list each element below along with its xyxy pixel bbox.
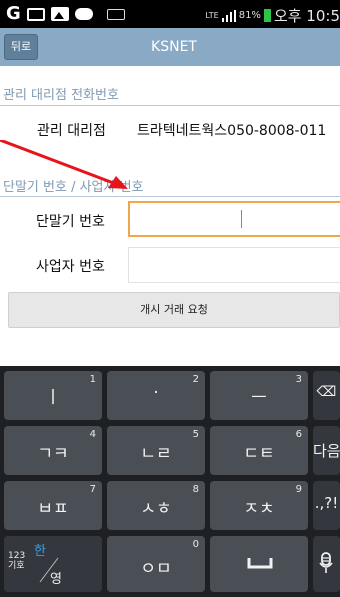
- text-cursor: [241, 210, 242, 228]
- manager-section-header: 관리 대리점 전화번호: [3, 88, 119, 103]
- clock: 오후 10:5: [273, 7, 340, 25]
- key-bieup[interactable]: 7 ㅂㅍ: [4, 481, 102, 530]
- key-dot[interactable]: 2 ·: [107, 371, 205, 420]
- battery-percent: 81%: [238, 10, 261, 21]
- back-button[interactable]: 뒤로: [4, 34, 38, 60]
- key-nieun[interactable]: 5 ㄴㄹ: [107, 426, 205, 475]
- space-icon: [247, 558, 273, 569]
- business-number-input[interactable]: [128, 247, 340, 283]
- manager-phone-value: 트라텍네트웍스050-8008-011: [137, 123, 327, 139]
- punctuation-key[interactable]: .,?!: [313, 481, 340, 530]
- divider: [0, 105, 340, 106]
- signal-strength-icon: [221, 9, 236, 22]
- cloud-upload-icon: [74, 8, 93, 20]
- voice-input-key[interactable]: [313, 536, 340, 592]
- open-transaction-request-button[interactable]: 개시 거래 요청: [8, 292, 340, 328]
- backspace-key[interactable]: ⌫: [313, 371, 340, 420]
- status-bar: G LTE 81% 오후 10:5: [0, 0, 340, 28]
- key-ieung[interactable]: 0 ㅇㅁ: [107, 536, 205, 592]
- next-key[interactable]: 다음: [313, 426, 340, 475]
- network-type: LTE: [205, 10, 219, 20]
- key-digeut[interactable]: 6 ㄷㅌ: [210, 426, 308, 475]
- backspace-icon: ⌫: [316, 384, 337, 400]
- korean-keyboard: 1 ㅣ 2 · 3 ㅡ ⌫ 4 ㄱㅋ 5 ㄴㄹ 6 ㄷㅌ 다음 7 ㅂㅍ 8 ㅅ…: [0, 366, 340, 597]
- symbols-language-key[interactable]: 123 기호 한 영: [4, 536, 102, 592]
- key-eu[interactable]: 3 ㅡ: [210, 371, 308, 420]
- key-i[interactable]: 1 ㅣ: [4, 371, 102, 420]
- business-number-label: 사업자 번호: [36, 259, 105, 275]
- space-key[interactable]: [210, 536, 308, 592]
- english-mode-label: 영: [50, 572, 62, 587]
- terminal-number-label: 단말기 번호: [36, 214, 105, 230]
- app-notification-icon: G: [6, 3, 21, 24]
- terminal-number-input[interactable]: [128, 201, 340, 237]
- app-title: KSNET: [151, 39, 197, 55]
- title-bar: KSNET 뒤로: [0, 28, 340, 66]
- image-icon: [50, 7, 69, 21]
- notification-icons: G: [6, 4, 125, 24]
- battery-icon: [263, 9, 271, 22]
- microphone-icon: [319, 552, 333, 573]
- key-siot[interactable]: 8 ㅅㅎ: [107, 481, 205, 530]
- keyboard-icon: [106, 8, 125, 20]
- message-icon: [26, 7, 45, 21]
- key-giyeok[interactable]: 4 ㄱㅋ: [4, 426, 102, 475]
- symbols-label: 123 기호: [8, 551, 26, 571]
- key-jieut[interactable]: 9 ㅈㅊ: [210, 481, 308, 530]
- manager-label: 관리 대리점: [37, 123, 106, 139]
- annotation-arrow: [0, 140, 128, 189]
- system-status: LTE 81% 오후 10:5: [205, 5, 340, 26]
